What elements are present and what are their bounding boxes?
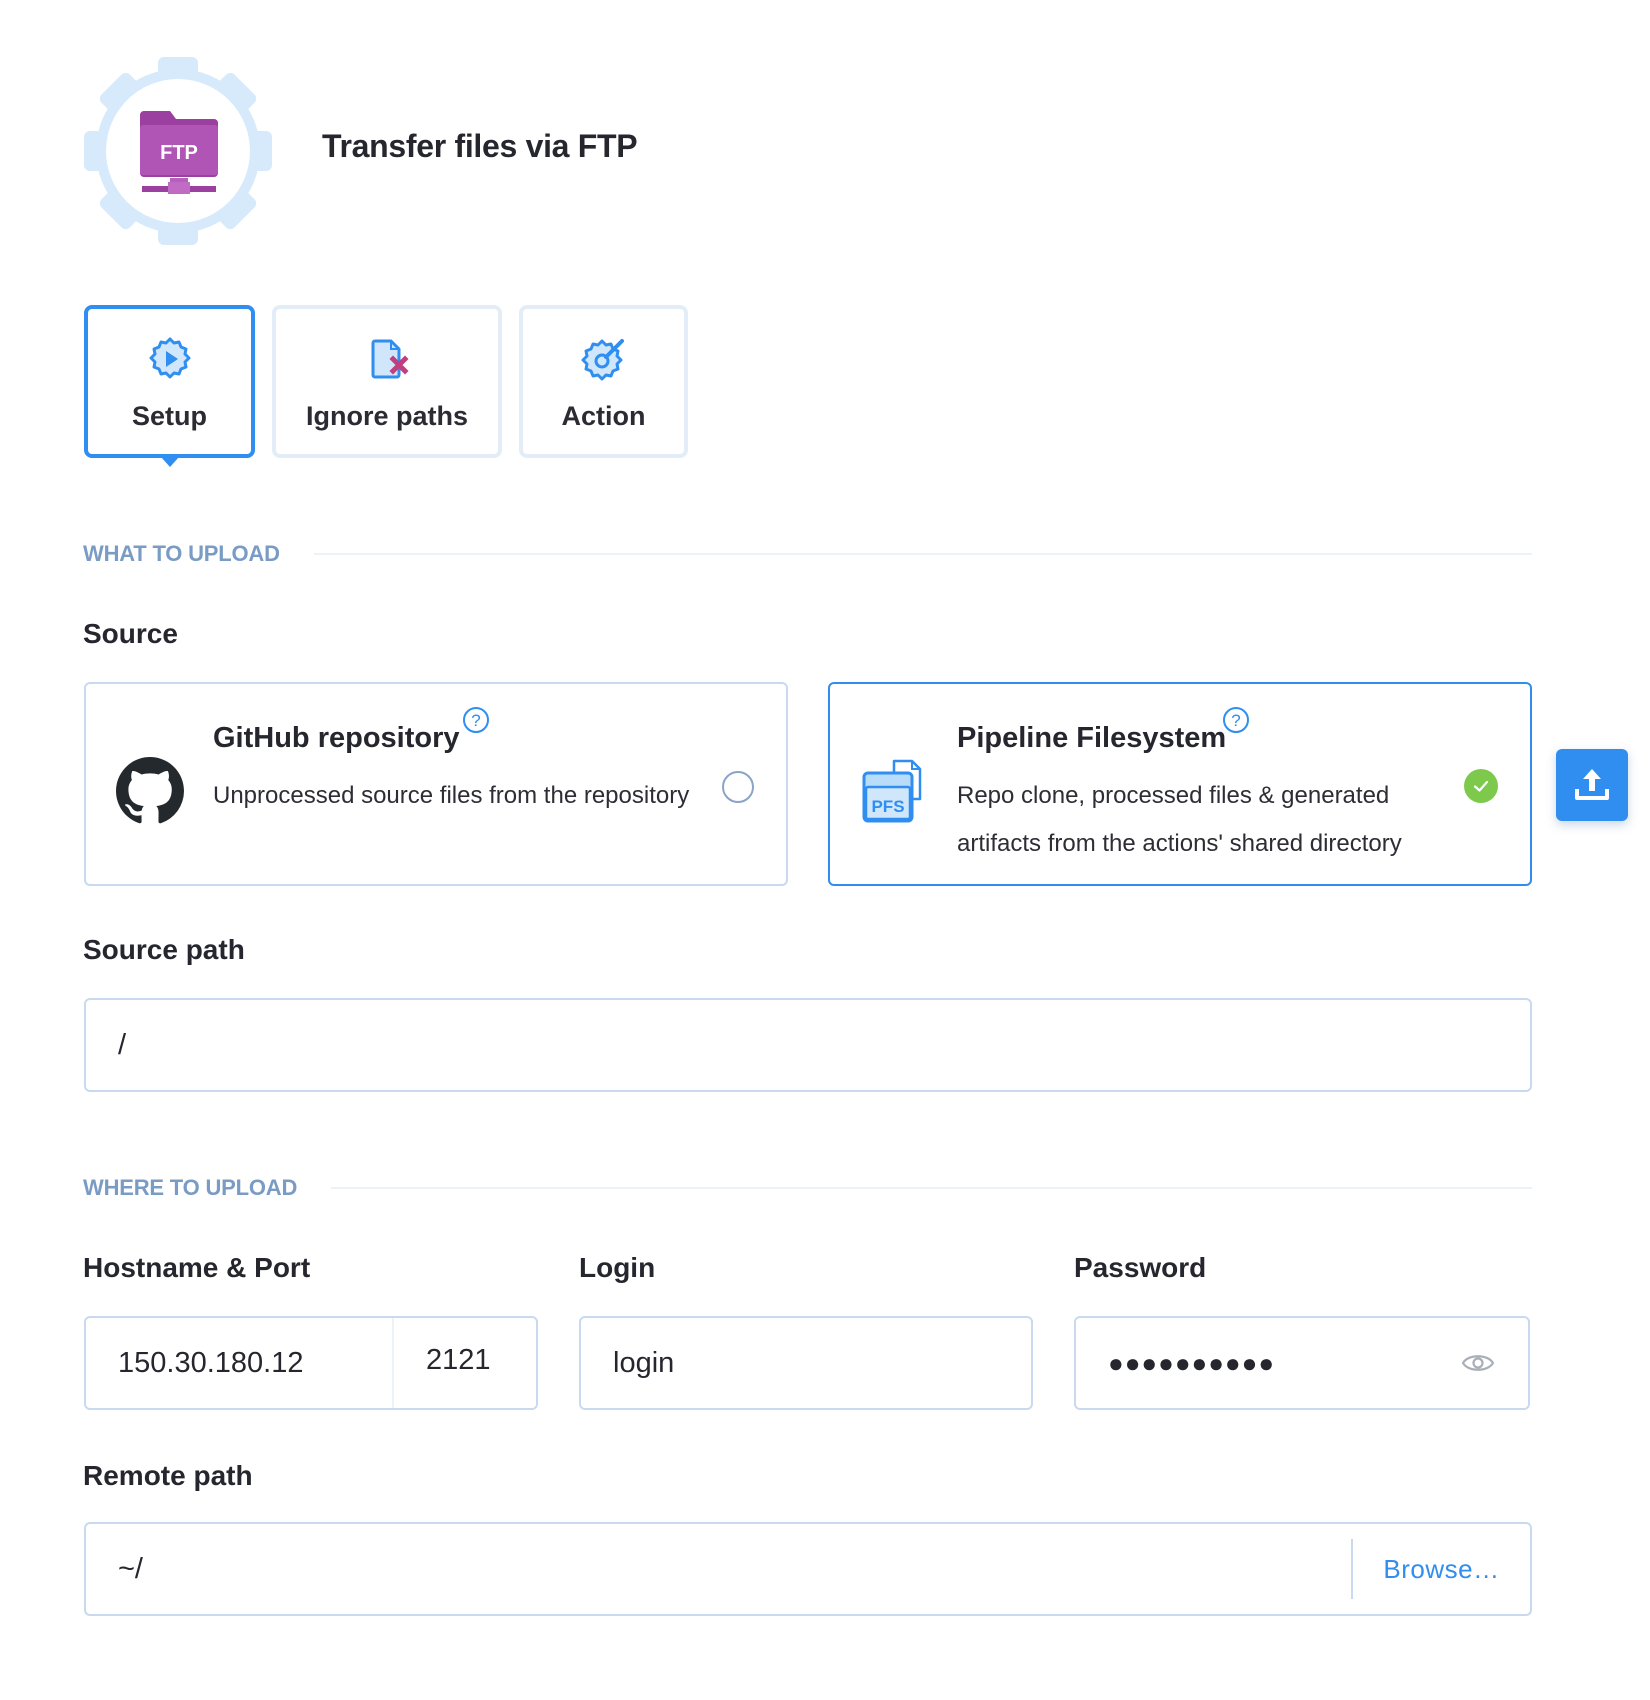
gear-play-icon: [149, 337, 190, 379]
section-where-to-upload: WHERE TO UPLOAD: [83, 1173, 1532, 1203]
source-path-field[interactable]: [84, 998, 1532, 1092]
tab-setup[interactable]: Setup: [84, 305, 255, 467]
tab-label: Action: [561, 401, 646, 431]
login-label: Login: [579, 1252, 656, 1283]
gear-wrench-icon: [581, 339, 624, 381]
hostname-input[interactable]: [86, 1318, 392, 1408]
github-icon: [116, 757, 184, 824]
section-heading-text: WHAT TO UPLOAD: [83, 541, 280, 566]
remote-path-input[interactable]: [86, 1524, 1351, 1614]
hostname-field[interactable]: [86, 1318, 394, 1408]
login-input[interactable]: [581, 1318, 1031, 1408]
gear-badge-icon: FTP: [84, 57, 272, 245]
source-option-github[interactable]: GitHub repository ? Unprocessed source f…: [84, 682, 788, 886]
radio-unselected[interactable]: [722, 771, 754, 803]
file-remove-icon: [371, 339, 409, 379]
divider: [313, 553, 1532, 555]
svg-text:?: ?: [471, 711, 480, 730]
source-option-title: GitHub repository: [213, 722, 460, 754]
port-input[interactable]: [394, 1318, 536, 1408]
eye-icon[interactable]: [1460, 1345, 1496, 1381]
check-circle-icon[interactable]: [1464, 769, 1498, 803]
password-field[interactable]: [1074, 1316, 1530, 1410]
tab-action[interactable]: Action: [519, 305, 688, 458]
upload-icon: [1575, 769, 1609, 800]
source-label: Source: [83, 618, 178, 649]
login-field[interactable]: [579, 1316, 1033, 1410]
source-option-title: Pipeline Filesystem: [957, 722, 1227, 754]
section-heading-text: WHERE TO UPLOAD: [83, 1175, 298, 1200]
source-option-description: Repo clone, processed files & generated …: [957, 782, 1402, 857]
svg-text:PFS: PFS: [871, 797, 904, 816]
source-option-description: Unprocessed source files from the reposi…: [213, 782, 690, 809]
source-option-pipeline-filesystem[interactable]: PFS Pipeline Filesystem ? Repo clone, pr…: [828, 682, 1532, 886]
page-title: Transfer files via FTP: [322, 128, 638, 164]
svg-text:FTP: FTP: [160, 142, 198, 164]
remote-path-label: Remote path: [83, 1460, 253, 1491]
active-tab-indicator: [160, 457, 179, 467]
section-what-to-upload: WHAT TO UPLOAD: [83, 539, 1532, 569]
hostname-port-group: [84, 1316, 538, 1410]
help-icon[interactable]: ?: [462, 706, 490, 734]
pfs-icon: PFS: [862, 759, 922, 823]
tab-label: Setup: [131, 401, 207, 431]
remote-path-field[interactable]: Browse…: [84, 1522, 1532, 1616]
help-icon[interactable]: ?: [1222, 706, 1250, 734]
browse-button[interactable]: Browse…: [1353, 1554, 1530, 1585]
source-path-label: Source path: [83, 934, 245, 965]
upload-button[interactable]: [1556, 749, 1628, 821]
port-field[interactable]: [394, 1318, 536, 1408]
source-path-input[interactable]: [86, 1000, 1530, 1090]
tab-label: Ignore paths: [305, 401, 468, 431]
password-input[interactable]: [1076, 1318, 1460, 1408]
password-label: Password: [1074, 1252, 1207, 1283]
tab-ignore-paths[interactable]: Ignore paths: [272, 305, 502, 458]
ftp-logo: FTP: [82, 55, 274, 247]
svg-text:?: ?: [1231, 711, 1240, 730]
divider: [331, 1187, 1532, 1189]
hostname-port-label: Hostname & Port: [83, 1252, 311, 1283]
